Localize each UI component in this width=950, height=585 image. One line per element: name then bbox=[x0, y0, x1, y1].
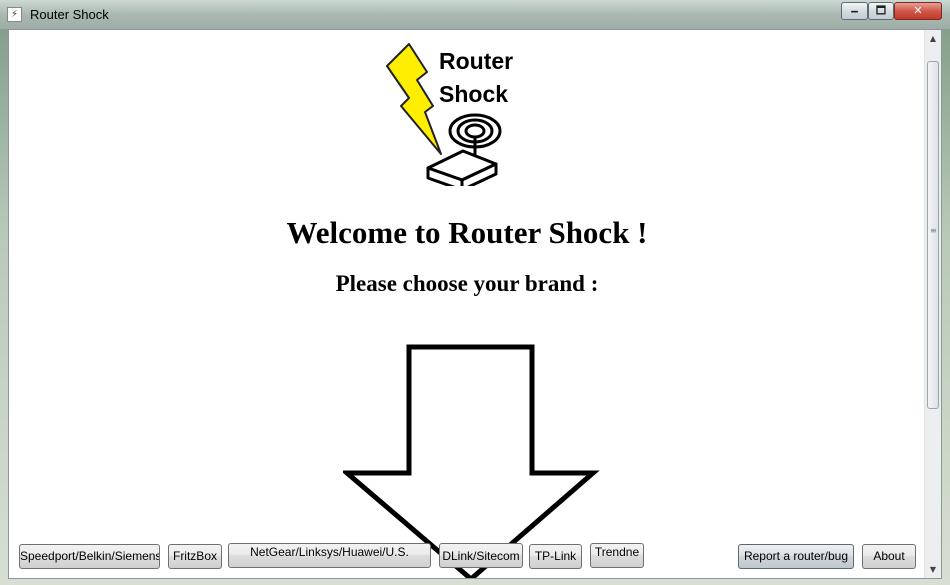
scrollbar-grip-icon: ≡ bbox=[930, 226, 937, 235]
about-button[interactable]: About bbox=[862, 544, 916, 569]
report-bug-button[interactable]: Report a router/bug bbox=[738, 544, 854, 569]
brand-button-fritzbox[interactable]: FritzBox bbox=[168, 544, 222, 569]
router-shock-logo: Router Shock bbox=[386, 43, 513, 186]
brand-button-trendnet[interactable]: Trendne bbox=[590, 543, 644, 568]
scrollbar-thumb[interactable]: ≡ bbox=[927, 61, 939, 409]
logo-text-router: Router bbox=[439, 48, 513, 74]
welcome-heading: Welcome to Router Shock ! bbox=[286, 215, 648, 250]
brand-button-netgear[interactable]: NetGear/Linksys/Huawei/U.S. bbox=[228, 543, 431, 568]
app-icon: ⚡ bbox=[7, 7, 22, 22]
scroll-down-icon[interactable]: ▼ bbox=[925, 561, 941, 578]
window-title: Router Shock bbox=[30, 7, 109, 22]
vertical-scrollbar[interactable]: ▲ ≡ ▼ bbox=[924, 30, 941, 578]
router-box-icon bbox=[426, 149, 498, 186]
minimize-button[interactable]: 🗕 bbox=[841, 2, 868, 20]
brand-button-speedport[interactable]: Speedport/Belkin/Siemens bbox=[19, 544, 160, 569]
close-button[interactable]: ✕ bbox=[894, 2, 942, 20]
client-area: Router Shock Welcome to Router Shock ! P… bbox=[8, 29, 942, 579]
lightning-bolt-icon bbox=[386, 43, 442, 155]
scroll-up-icon[interactable]: ▲ bbox=[925, 30, 941, 47]
brand-button-tplink[interactable]: TP-Link bbox=[529, 544, 582, 569]
brand-button-dlink[interactable]: DLink/Sitecom bbox=[439, 543, 523, 568]
maximize-button[interactable]: 🗖 bbox=[868, 2, 894, 20]
logo-text-shock: Shock bbox=[439, 81, 508, 107]
title-bar: ⚡ Router Shock 🗕 🗖 ✕ bbox=[0, 0, 950, 29]
brand-prompt: Please choose your brand : bbox=[335, 271, 599, 296]
